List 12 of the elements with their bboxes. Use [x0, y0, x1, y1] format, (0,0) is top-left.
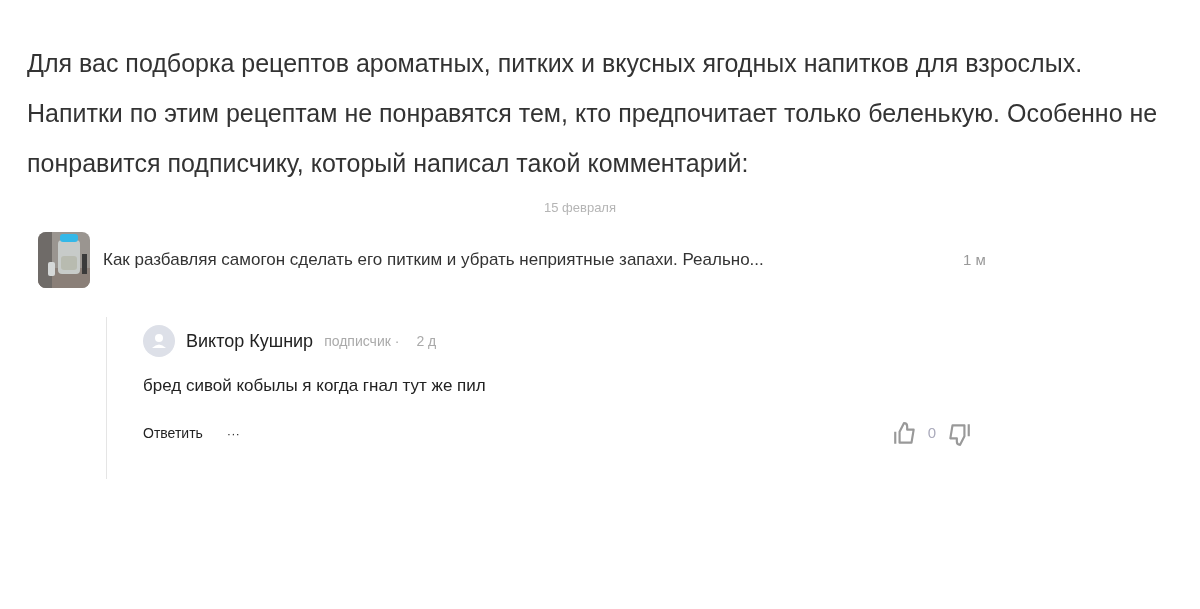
reply-button[interactable]: Ответить [143, 423, 203, 444]
more-button[interactable]: ··· [226, 428, 240, 439]
post-time: 1 м [963, 249, 986, 270]
comment-text: бред сивой кобылы я когда гнал тут же пил [143, 375, 487, 397]
like-count: 0 [927, 423, 936, 444]
author-role: подписчик · [324, 331, 400, 351]
intro-paragraph: Для вас подборка рецептов ароматных, питких и вкусных ягодных напитков для взрослых. Напитки по этим рецептам не понравятся тем, кто предпочитает только беленькую. Особенно не понравится подписчику, который написал такой комментарий: [26, 48, 1159, 179]
thumbs-up-icon[interactable] [891, 420, 918, 447]
date-label: 15 февраля [544, 200, 616, 216]
author-name[interactable]: Виктор Кушнир [186, 327, 314, 355]
post-title[interactable]: Как разбавляя самогон сделать его питким и убрать неприятные запахи. Реально... [103, 247, 953, 273]
reply-time: 2 д [416, 331, 437, 351]
